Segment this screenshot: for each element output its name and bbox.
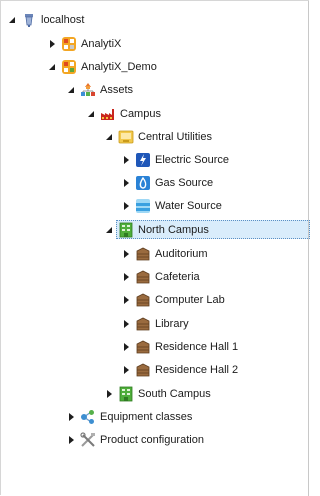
- tree-node-south-campus[interactable]: South Campus: [102, 382, 215, 405]
- tree-node-campus[interactable]: Campus: [84, 102, 165, 125]
- tree-node-product-configuration[interactable]: Product configuration: [64, 428, 208, 451]
- tree-node-label-wrap[interactable]: Assets: [78, 80, 137, 99]
- building-icon: [118, 386, 134, 402]
- collapse-icon[interactable]: [64, 83, 78, 97]
- tree-node-assets[interactable]: Assets: [64, 78, 137, 101]
- collapse-icon[interactable]: [102, 130, 116, 144]
- expand-icon[interactable]: [102, 387, 116, 401]
- utility-box-icon: [118, 129, 134, 145]
- panel-edge: [308, 1, 309, 496]
- tree-node-label: Central Utilities: [138, 130, 212, 143]
- tree-node-computer-lab[interactable]: Computer Lab: [119, 288, 229, 311]
- building-block-icon: [135, 316, 151, 332]
- lightning-icon: [135, 152, 151, 168]
- tree-node-label: Equipment classes: [100, 410, 193, 423]
- analytix-icon: [61, 59, 77, 75]
- tree-node-label: AnalytiX_Demo: [81, 60, 157, 73]
- collapse-icon[interactable]: [45, 60, 59, 74]
- tree-node-library[interactable]: Library: [119, 312, 193, 335]
- collapse-icon[interactable]: [5, 13, 19, 27]
- tree-panel: localhost AnalytiX AnalytiX_Demo Assets …: [0, 0, 310, 496]
- expand-icon[interactable]: [64, 433, 78, 447]
- tree-node-equipment-classes[interactable]: Equipment classes: [64, 405, 196, 428]
- tree-node-label: Residence Hall 1: [155, 340, 239, 353]
- collapse-icon[interactable]: [102, 223, 116, 237]
- tree-node-label-wrap[interactable]: Computer Lab: [133, 290, 229, 309]
- expand-icon[interactable]: [45, 37, 59, 51]
- tree-node-localhost[interactable]: localhost: [5, 8, 88, 31]
- collapse-icon[interactable]: [84, 107, 98, 121]
- building-block-icon: [135, 362, 151, 378]
- tree-node-label: Campus: [120, 107, 161, 120]
- building-block-icon: [135, 339, 151, 355]
- tree-node-label: Water Source: [155, 199, 222, 212]
- tree-node-label: localhost: [41, 13, 85, 26]
- tree-node-label: Product configuration: [100, 433, 204, 446]
- building-icon: [118, 222, 134, 238]
- tree-node-label-wrap[interactable]: Residence Hall 2: [133, 360, 242, 379]
- tree-node-label-wrap[interactable]: Library: [133, 314, 193, 333]
- tree-node-label-wrap[interactable]: North Campus: [116, 220, 310, 239]
- tree-node-label-wrap[interactable]: Central Utilities: [116, 127, 216, 146]
- tree-node-label: AnalytiX: [81, 37, 122, 50]
- tree-node-residence-hall-2[interactable]: Residence Hall 2: [119, 358, 242, 381]
- tree-node-label-wrap[interactable]: AnalytiX_Demo: [59, 57, 161, 76]
- tree-node-central-utilities[interactable]: Central Utilities: [102, 125, 216, 148]
- tree-node-label-wrap[interactable]: Equipment classes: [78, 407, 196, 426]
- expand-icon[interactable]: [119, 270, 133, 284]
- tree-node-label-wrap[interactable]: Water Source: [133, 196, 226, 215]
- expand-icon[interactable]: [119, 363, 133, 377]
- tools-icon: [80, 431, 96, 448]
- tree-node-label-wrap[interactable]: localhost: [19, 10, 88, 29]
- flame-icon: [135, 175, 151, 191]
- tree-node-auditorium[interactable]: Auditorium: [119, 242, 212, 265]
- analytix-icon: [61, 36, 77, 52]
- tree-node-label-wrap[interactable]: Residence Hall 1: [133, 337, 242, 356]
- tree-node-analytix-demo[interactable]: AnalytiX_Demo: [45, 55, 161, 78]
- building-block-icon: [135, 269, 151, 285]
- tree-node-label-wrap[interactable]: South Campus: [116, 384, 215, 403]
- expand-icon[interactable]: [119, 340, 133, 354]
- tree-node-label-wrap[interactable]: AnalytiX: [59, 34, 125, 53]
- tree-node-water-source[interactable]: Water Source: [119, 194, 226, 217]
- tree-node-label-wrap[interactable]: Auditorium: [133, 244, 212, 263]
- tree-node-north-campus[interactable]: North Campus: [102, 218, 310, 241]
- tree-node-label: Gas Source: [155, 176, 214, 189]
- tree-node-residence-hall-1[interactable]: Residence Hall 1: [119, 335, 242, 358]
- expand-icon[interactable]: [119, 247, 133, 261]
- expand-icon[interactable]: [64, 410, 78, 424]
- expand-icon[interactable]: [119, 153, 133, 167]
- building-block-icon: [135, 246, 151, 262]
- tree-node-gas-source[interactable]: Gas Source: [119, 171, 217, 194]
- tree-node-label: Residence Hall 2: [155, 363, 239, 376]
- expand-icon[interactable]: [119, 199, 133, 213]
- water-icon: [135, 198, 151, 214]
- server-icon: [21, 12, 37, 28]
- tree-node-label: Auditorium: [155, 247, 208, 260]
- tree-node-label-wrap[interactable]: Campus: [98, 104, 165, 123]
- tree-node-label-wrap[interactable]: Electric Source: [133, 150, 233, 169]
- tree-node-label-wrap[interactable]: Product configuration: [78, 430, 208, 449]
- expand-icon[interactable]: [119, 293, 133, 307]
- tree-node-label: South Campus: [138, 387, 211, 400]
- tree-node-label: Library: [155, 317, 189, 330]
- tree-node-electric-source[interactable]: Electric Source: [119, 148, 233, 171]
- tree-node-label: Computer Lab: [155, 293, 225, 306]
- tree-node-cafeteria[interactable]: Cafeteria: [119, 265, 204, 288]
- equipment-classes-icon: [80, 409, 96, 425]
- building-block-icon: [135, 292, 151, 308]
- tree-node-label: Electric Source: [155, 153, 229, 166]
- assets-hierarchy-icon: [80, 82, 96, 98]
- factory-icon: [100, 106, 116, 122]
- tree-node-label: Assets: [100, 83, 134, 96]
- tree-node-analytix[interactable]: AnalytiX: [45, 32, 125, 55]
- expand-icon[interactable]: [119, 317, 133, 331]
- tree-node-label: North Campus: [138, 223, 209, 236]
- tree-node-label-wrap[interactable]: Cafeteria: [133, 267, 204, 286]
- expand-icon[interactable]: [119, 176, 133, 190]
- tree-node-label-wrap[interactable]: Gas Source: [133, 173, 217, 192]
- tree-node-label: Cafeteria: [155, 270, 200, 283]
